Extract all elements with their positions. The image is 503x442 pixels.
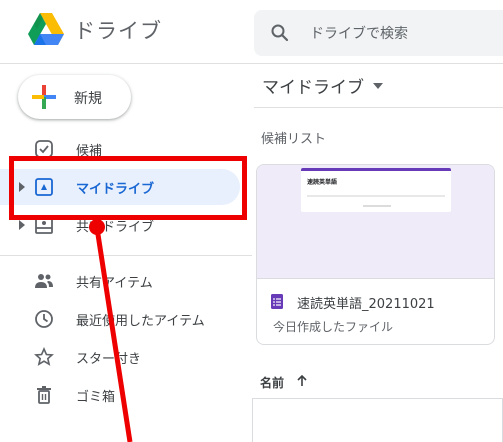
header-divider — [0, 63, 503, 64]
annotation-highlight-box — [9, 156, 247, 220]
search-placeholder[interactable]: ドライブで検索 — [310, 23, 408, 43]
star-icon — [34, 347, 54, 366]
sidebar-item-starred[interactable]: スター付き — [0, 339, 240, 375]
content-divider — [254, 107, 503, 108]
sidebar-divider — [0, 255, 252, 256]
people-icon — [35, 274, 53, 288]
drive-logo-icon[interactable] — [28, 13, 64, 45]
file-name: 速読英単語_20211021 — [297, 297, 435, 312]
sidebar-item-recent[interactable]: 最近使用したアイテム — [0, 301, 240, 337]
google-forms-icon — [271, 294, 283, 309]
clock-icon — [35, 310, 53, 328]
sort-arrow-up-icon[interactable] — [296, 374, 308, 387]
form-preview-text-line — [307, 195, 445, 197]
sidebar-item-label: 共有アイテム — [76, 276, 153, 291]
form-preview: 速読英単語 — [301, 168, 451, 212]
sidebar-item-trash[interactable]: ゴミ箱 — [0, 377, 240, 413]
search-bar[interactable]: ドライブで検索 — [254, 10, 503, 56]
name-column-header[interactable]: 名前 — [260, 374, 284, 391]
caret-down-icon[interactable] — [373, 83, 383, 89]
form-preview-title: 速読英単語 — [307, 179, 338, 186]
new-button[interactable]: 新規 — [18, 75, 131, 119]
sidebar-item-shared-with-me[interactable]: 共有アイテム — [0, 263, 240, 299]
file-reason: 今日作成したファイル — [273, 320, 394, 334]
file-list[interactable] — [252, 398, 503, 442]
form-preview-footer-line — [363, 205, 391, 207]
suggested-section-label: 候補リスト — [261, 132, 327, 147]
search-icon[interactable] — [270, 23, 290, 43]
expand-arrow-icon[interactable] — [17, 219, 27, 231]
app-title: ドライブ — [74, 19, 162, 43]
sidebar-item-label: ゴミ箱 — [76, 390, 116, 405]
new-button-label: 新規 — [74, 91, 102, 107]
trash-icon — [37, 386, 51, 404]
file-thumbnail[interactable]: 速読英単語 — [257, 165, 494, 279]
sidebar-item-label: スター付き — [76, 352, 142, 367]
suggested-file-card[interactable]: 速読英単語 速読英単語_20211021 今日作成したファイル — [256, 164, 495, 345]
page-title[interactable]: マイドライブ — [262, 73, 364, 98]
plus-icon — [32, 85, 56, 109]
sidebar-item-label: 最近使用したアイテム — [76, 314, 205, 329]
